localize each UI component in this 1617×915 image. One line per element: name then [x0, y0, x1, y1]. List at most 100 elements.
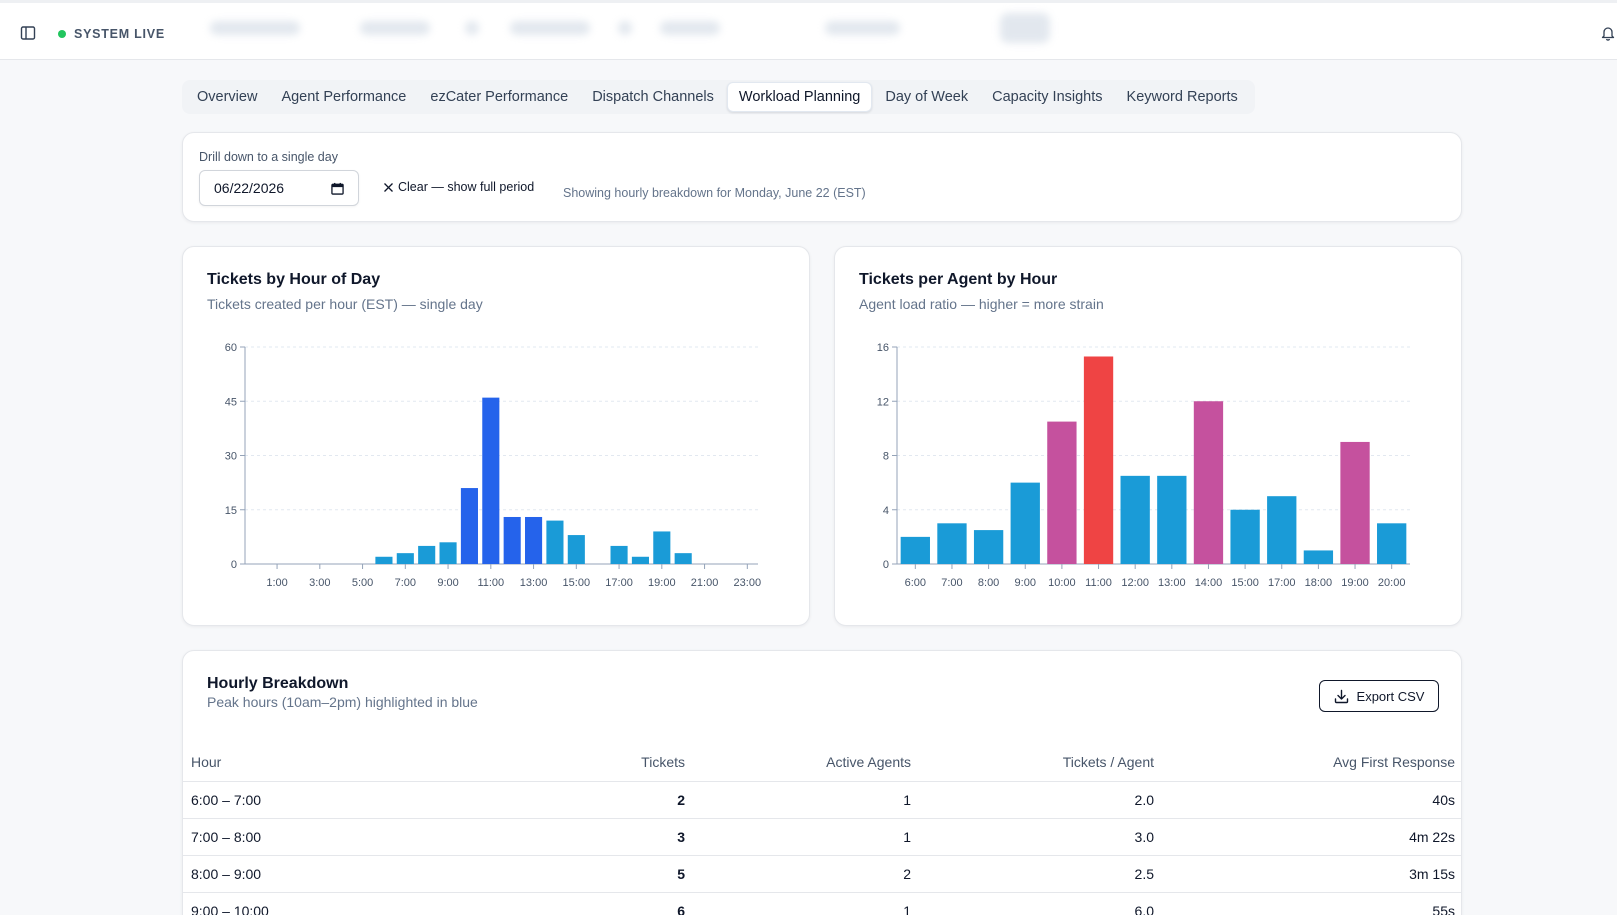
x-tick-label: 19:00	[648, 577, 676, 589]
x-tick-label: 13:00	[1158, 577, 1186, 589]
cell-hour: 9:00 – 10:00	[183, 892, 603, 915]
y-tick-label: 30	[225, 451, 237, 463]
x-tick-label: 15:00	[1231, 577, 1259, 589]
report-tabs: Overview Agent Performance ezCater Perfo…	[182, 80, 1255, 114]
tickets-by-hour-card: Tickets by Hour of Day Tickets created p…	[182, 246, 810, 626]
system-status: SYSTEM LIVE	[58, 27, 165, 41]
x-tick-label: 3:00	[309, 577, 330, 589]
bar	[1083, 356, 1114, 564]
hourly-breakdown-card: Hourly Breakdown Peak hours (10am–2pm) h…	[182, 650, 1462, 915]
tab-agent-performance[interactable]: Agent Performance	[270, 83, 417, 111]
tab-ezcater-performance[interactable]: ezCater Performance	[419, 83, 579, 111]
cell-hour: 6:00 – 7:00	[183, 781, 603, 819]
x-tick-label: 23:00	[734, 577, 762, 589]
bar	[937, 523, 967, 564]
hourly-breakdown-table: Hour Tickets Active Agents Tickets / Age…	[183, 743, 1461, 915]
cell-hour: 7:00 – 8:00	[183, 818, 603, 856]
tab-dispatch-channels[interactable]: Dispatch Channels	[581, 83, 725, 111]
x-tick-label: 9:00	[437, 577, 458, 589]
y-tick-label: 60	[225, 342, 237, 354]
bar	[546, 520, 564, 564]
column-header-tickets-per-agent[interactable]: Tickets / Agent	[919, 743, 1162, 782]
x-tick-label: 17:00	[605, 577, 633, 589]
sidebar-toggle-icon[interactable]	[20, 25, 36, 41]
top-bar: SYSTEM LIVE	[0, 0, 1617, 60]
tab-capacity-insights[interactable]: Capacity Insights	[981, 83, 1113, 111]
date-filter-label: Drill down to a single day	[199, 150, 338, 164]
cell-tickets-per-agent: 3.0	[919, 818, 1162, 856]
bar	[1010, 482, 1040, 564]
clear-date-label: Clear — show full period	[398, 180, 535, 194]
bar	[1267, 496, 1297, 564]
cell-hour: 8:00 – 9:00	[183, 855, 603, 893]
table-row: 6:00 – 7:00 2 1 2.0 40s	[183, 781, 1461, 819]
y-tick-label: 8	[883, 451, 889, 463]
column-header-active-agents[interactable]: Active Agents	[693, 743, 919, 782]
x-tick-label: 14:00	[1195, 577, 1223, 589]
x-tick-label: 18:00	[1305, 577, 1333, 589]
table-header-row: Hour Tickets Active Agents Tickets / Age…	[183, 743, 1461, 782]
x-tick-label: 20:00	[1378, 577, 1406, 589]
calendar-icon[interactable]	[331, 182, 344, 195]
x-tick-label: 17:00	[1268, 577, 1296, 589]
bar	[1377, 523, 1407, 564]
bar	[460, 488, 478, 564]
blurred-header-region	[200, 9, 1460, 47]
tab-overview[interactable]: Overview	[186, 83, 268, 111]
bell-icon[interactable]	[1600, 25, 1616, 41]
bar	[567, 535, 585, 564]
status-dot-icon	[58, 30, 66, 38]
y-tick-label: 45	[225, 396, 237, 408]
clear-date-button[interactable]: Clear — show full period	[383, 180, 534, 194]
y-tick-label: 16	[877, 342, 889, 354]
date-filter-card: Drill down to a single day 06/22/2026 Cl…	[182, 132, 1462, 222]
bar	[1340, 441, 1370, 564]
bar	[482, 397, 500, 564]
y-tick-label: 12	[877, 396, 889, 408]
x-tick-label: 6:00	[905, 577, 926, 589]
status-label: SYSTEM LIVE	[74, 27, 165, 41]
cell-tickets-per-agent: 2.5	[919, 855, 1162, 893]
cell-active-agents: 1	[693, 892, 919, 915]
export-csv-button[interactable]: Export CSV	[1319, 680, 1439, 712]
x-tick-label: 8:00	[978, 577, 999, 589]
bar	[653, 531, 671, 564]
cell-active-agents: 1	[693, 818, 919, 856]
tab-day-of-week[interactable]: Day of Week	[874, 83, 979, 111]
breakdown-title: Hourly Breakdown	[207, 675, 349, 692]
x-tick-label: 5:00	[352, 577, 373, 589]
download-icon	[1334, 689, 1348, 703]
bar	[674, 553, 692, 564]
bar	[503, 516, 521, 564]
x-tick-label: 9:00	[1015, 577, 1036, 589]
cell-avg-first-response: 40s	[1162, 781, 1461, 819]
export-csv-label: Export CSV	[1356, 688, 1425, 704]
bar	[1303, 550, 1334, 564]
bar	[1047, 421, 1077, 564]
column-header-tickets[interactable]: Tickets	[603, 743, 693, 782]
x-tick-label: 11:00	[477, 577, 504, 589]
tab-keyword-reports[interactable]: Keyword Reports	[1116, 83, 1249, 111]
bar	[973, 530, 1004, 564]
bar	[375, 556, 393, 564]
table-row: 8:00 – 9:00 5 2 2.5 3m 15s	[183, 855, 1461, 893]
bar	[1157, 475, 1187, 564]
x-tick-label: 7:00	[941, 577, 962, 589]
cell-avg-first-response: 3m 15s	[1162, 855, 1461, 893]
column-header-hour[interactable]: Hour	[183, 743, 603, 782]
cell-tickets: 3	[603, 818, 693, 856]
tab-workload-planning[interactable]: Workload Planning	[726, 82, 873, 112]
bar	[525, 516, 543, 564]
cell-tickets-per-agent: 2.0	[919, 781, 1162, 819]
column-header-avg-first-response[interactable]: Avg First Response	[1162, 743, 1461, 782]
cell-tickets: 6	[603, 892, 693, 915]
filter-info-text: Showing hourly breakdown for Monday, Jun…	[563, 186, 866, 200]
y-tick-label: 0	[231, 559, 237, 571]
x-tick-label: 21:00	[691, 577, 719, 589]
date-input[interactable]: 06/22/2026	[199, 170, 359, 206]
table-row: 9:00 – 10:00 6 1 6.0 55s	[183, 892, 1461, 915]
bar	[1120, 475, 1150, 564]
cell-tickets: 2	[603, 781, 693, 819]
bar	[396, 553, 414, 564]
bar	[610, 545, 628, 564]
